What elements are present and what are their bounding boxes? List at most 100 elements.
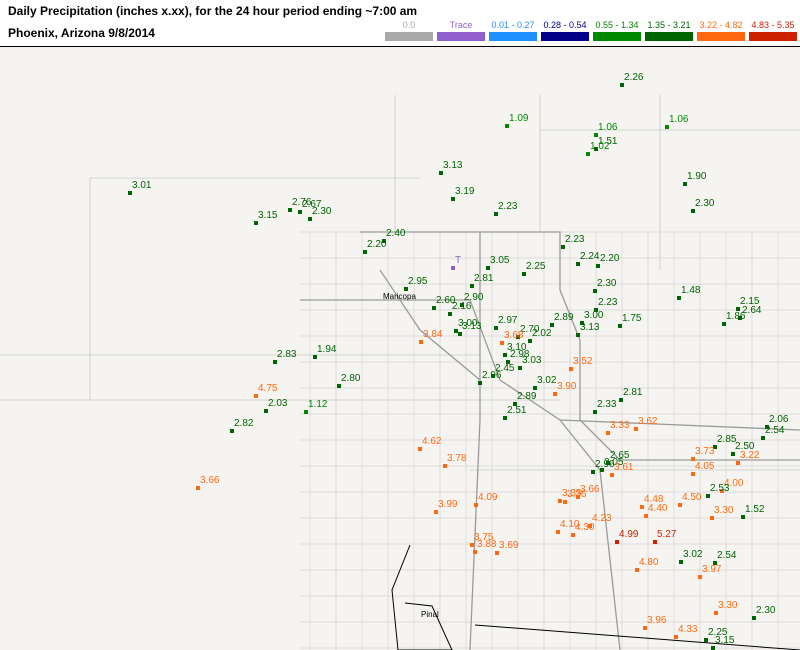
station-value: 2.81 (623, 387, 643, 398)
station-value: 1.52 (745, 504, 765, 515)
station-dot (674, 635, 678, 639)
station-value: 3.62 (638, 416, 658, 427)
station-dot (706, 494, 710, 498)
station-value: 2.06 (769, 414, 789, 425)
station-dot (451, 197, 455, 201)
station-value: 3.13 (462, 321, 482, 332)
station-value: 2.23 (498, 201, 518, 212)
station-value: 3.13 (580, 322, 600, 333)
station-dot (586, 152, 590, 156)
location-date-subtitle: Phoenix, Arizona 9/8/2014 (8, 26, 155, 40)
station-value: 3.05 (490, 255, 510, 266)
station-dot (679, 560, 683, 564)
station-dot (665, 125, 669, 129)
station-value: 3.01 (132, 180, 152, 191)
station-dot (593, 289, 597, 293)
station-value: 2.54 (765, 425, 785, 436)
station-value: 2.89 (517, 391, 537, 402)
legend-label: 3.22 - 4.82 (699, 20, 743, 30)
precipitation-map[interactable]: Maricopa Pinal 2.26 1.09 1.06 1.06 1.51 1.02 3.… (0, 47, 800, 650)
station-dot (522, 272, 526, 276)
station-value: 2.20 (600, 253, 620, 264)
station-dot (434, 510, 438, 514)
station-dot (230, 429, 234, 433)
legend-item: Trace (436, 20, 486, 44)
station-dot (691, 472, 695, 476)
station-dot (298, 210, 302, 214)
station-value: 2.30 (597, 278, 617, 289)
station-dot (308, 217, 312, 221)
station-dot (505, 124, 509, 128)
station-value: 3.90 (557, 381, 577, 392)
station-value: 3.69 (499, 540, 519, 551)
station-value: 3.97 (702, 564, 722, 575)
station-value: 3.73 (695, 446, 715, 457)
station-value: 3.96 (647, 615, 667, 626)
station-value: 1.06 (598, 122, 618, 133)
station-dot (448, 312, 452, 316)
station-value: 2.02 (532, 328, 552, 339)
station-value: 2.85 (717, 434, 737, 445)
station-value: 1.06 (669, 114, 689, 125)
station-dot (503, 416, 507, 420)
station-dot (264, 409, 268, 413)
station-value: 4.80 (639, 557, 659, 568)
station-dot (640, 505, 644, 509)
station-dot (576, 262, 580, 266)
station-value: 1.75 (622, 313, 642, 324)
legend-label: 1.35 - 3.21 (647, 20, 691, 30)
legend-swatch (385, 32, 433, 41)
map-header: Daily Precipitation (inches x.xx), for t… (0, 0, 800, 47)
station-value: 2.82 (234, 418, 254, 429)
station-dot (569, 367, 573, 371)
station-dot (714, 611, 718, 615)
legend-label: Trace (449, 20, 473, 30)
station-dot (473, 550, 477, 554)
station-value: 2.83 (277, 349, 297, 360)
station-value: 4.09 (478, 492, 498, 503)
station-value: 4.23 (592, 513, 612, 524)
station-dot (571, 533, 575, 537)
station-value: 2.24 (580, 251, 600, 262)
station-value: 3.84 (423, 329, 443, 340)
station-dot (518, 366, 522, 370)
station-dot (337, 384, 341, 388)
legend-item: 1.35 - 3.21 (644, 20, 694, 44)
station-dot (722, 322, 726, 326)
legend-swatch (437, 32, 485, 41)
legend-item: 3.22 - 4.82 (696, 20, 746, 44)
station-value: 3.66 (200, 475, 220, 486)
station-dot (486, 266, 490, 270)
station-dot (474, 503, 478, 507)
station-dot (418, 447, 422, 451)
station-value: 1.94 (317, 344, 337, 355)
station-value: 2.20 (367, 239, 387, 250)
station-value: 2.54 (717, 550, 737, 561)
station-dot (439, 171, 443, 175)
station-value: 2.16 (452, 301, 472, 312)
station-value: 2.89 (554, 312, 574, 323)
legend-label: 0.01 - 0.27 (491, 20, 535, 30)
station-dot (691, 209, 695, 213)
station-dot (704, 638, 708, 642)
station-value: 2.97 (498, 315, 518, 326)
station-dot (273, 360, 277, 364)
station-value: 4.33 (678, 624, 698, 635)
station-dot (313, 355, 317, 359)
station-dot (698, 575, 702, 579)
station-value: 2.51 (507, 405, 527, 416)
station-value: 3.68 (504, 330, 524, 341)
station-dot (495, 551, 499, 555)
station-value: 3.33 (610, 420, 630, 431)
station-dot (470, 284, 474, 288)
station-dot (419, 340, 423, 344)
station-dot (550, 323, 554, 327)
station-value: 3.13 (443, 160, 463, 171)
legend-item: 0.28 - 0.54 (540, 20, 590, 44)
legend-item: 0.0 (384, 20, 434, 44)
station-dot (470, 543, 474, 547)
station-dot (610, 473, 614, 477)
station-value: 2.95 (408, 276, 428, 287)
legend-item: 4.83 - 5.35 (748, 20, 798, 44)
station-value: 4.75 (258, 383, 278, 394)
